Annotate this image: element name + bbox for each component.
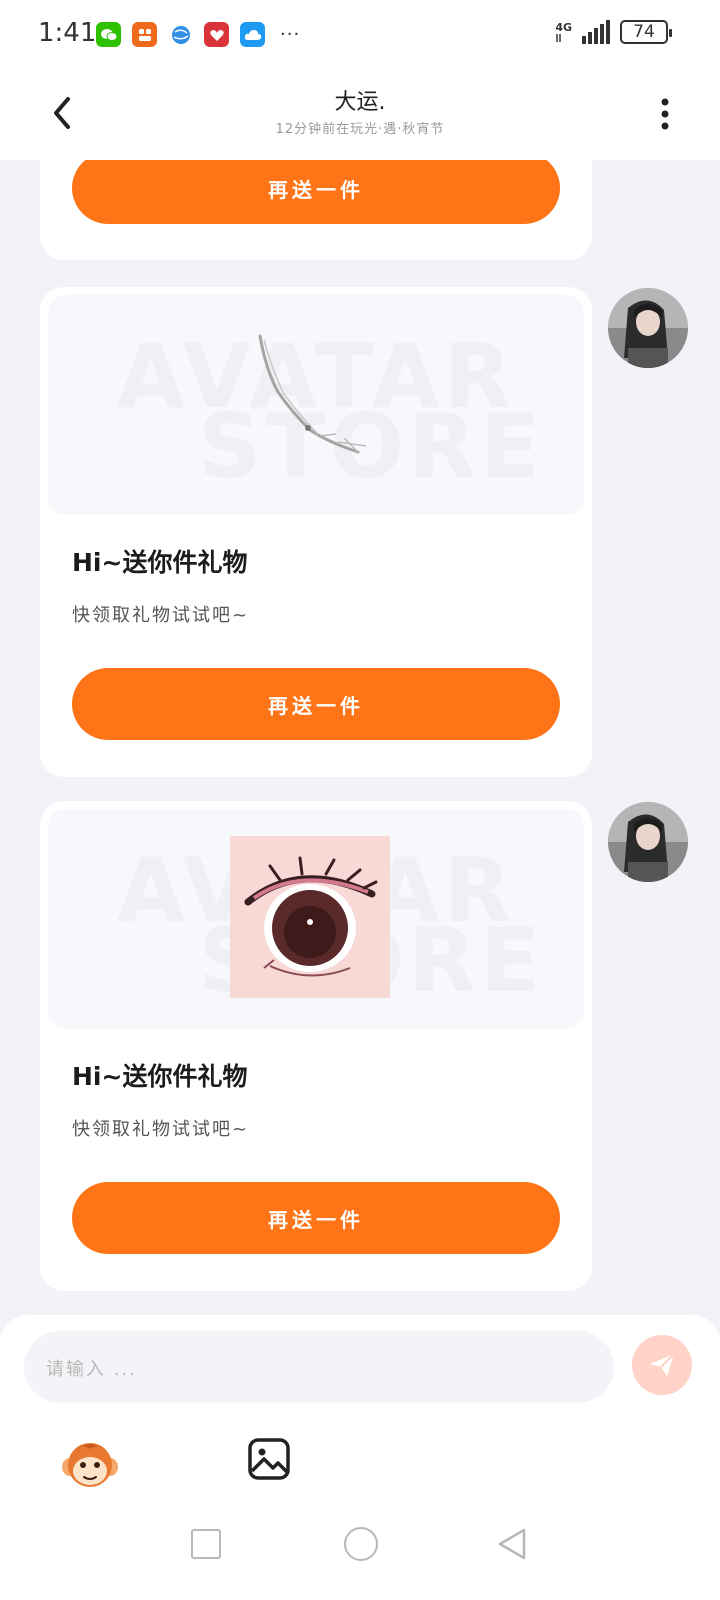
status-bar: 1:41 ··· 4G 74 — [0, 0, 720, 70]
status-indicators: 4G 74 — [555, 20, 672, 44]
monkey-emoji-icon — [62, 1443, 118, 1487]
battery-level: 74 — [633, 22, 655, 42]
page-subtitle: 12分钟前在玩光·遇·秋宵节 — [275, 122, 445, 137]
avatar[interactable] — [608, 288, 688, 368]
chat-messages[interactable]: 再送一件 AVATAR STORE Hi~送你件礼物 快领取礼物试试吧~ 再送一… — [0, 160, 720, 1315]
image-picker-button[interactable] — [247, 1437, 291, 1481]
back-triangle-icon — [498, 1528, 526, 1560]
gift-image-area: AVATAR STORE — [48, 295, 584, 515]
status-app-icons: ··· — [96, 22, 300, 47]
game-icon — [204, 22, 229, 47]
chat-header: 大运. 12分钟前在玩光·遇·秋宵节 — [0, 70, 720, 160]
more-vertical-icon — [661, 98, 669, 130]
network-indicator: 4G — [555, 22, 572, 43]
gift-image-area: AVATAR STORE — [48, 809, 584, 1029]
app-icon — [132, 22, 157, 47]
status-time: 1:41 — [38, 18, 97, 48]
more-options-button[interactable] — [650, 90, 680, 136]
page-title: 大运. — [334, 90, 386, 115]
image-icon — [248, 1438, 290, 1480]
back-nav-button[interactable] — [496, 1527, 528, 1561]
avatar[interactable] — [608, 802, 688, 882]
recent-apps-button[interactable] — [191, 1529, 221, 1559]
battery-indicator: 74 — [620, 20, 672, 44]
cloud-icon — [240, 22, 265, 47]
send-again-button[interactable]: 再送一件 — [72, 160, 560, 224]
send-icon — [650, 1353, 675, 1376]
status-more: ··· — [280, 24, 301, 45]
send-button[interactable] — [632, 1335, 692, 1395]
signal-icon — [582, 20, 610, 44]
gift-card: AVATAR STORE Hi~送你件礼物 快领取礼物试试吧~ 再送一件 — [40, 801, 592, 1291]
browser-icon — [168, 22, 193, 47]
gift-item-image — [230, 836, 390, 998]
input-placeholder: 请输入 ... — [46, 1359, 137, 1380]
card-description: 快领取礼物试试吧~ — [72, 1119, 250, 1140]
card-title: Hi~送你件礼物 — [72, 548, 248, 577]
input-bar: 请输入 ... — [0, 1315, 720, 1600]
gift-card: AVATAR STORE Hi~送你件礼物 快领取礼物试试吧~ 再送一件 — [40, 287, 592, 777]
send-again-button[interactable]: 再送一件 — [72, 668, 560, 740]
avatar-image — [608, 802, 688, 882]
emoji-button[interactable] — [60, 1435, 120, 1495]
home-button[interactable] — [344, 1527, 378, 1561]
data-arrows-icon — [556, 33, 562, 42]
avatar-image — [608, 288, 688, 368]
card-title: Hi~送你件礼物 — [72, 1062, 248, 1091]
gift-card: 再送一件 — [40, 160, 592, 260]
card-description: 快领取礼物试试吧~ — [72, 605, 250, 626]
gift-item-image — [258, 334, 367, 454]
message-input[interactable]: 请输入 ... — [24, 1331, 614, 1403]
wechat-icon — [96, 22, 121, 47]
network-label: 4G — [555, 20, 572, 34]
send-again-button[interactable]: 再送一件 — [72, 1182, 560, 1254]
